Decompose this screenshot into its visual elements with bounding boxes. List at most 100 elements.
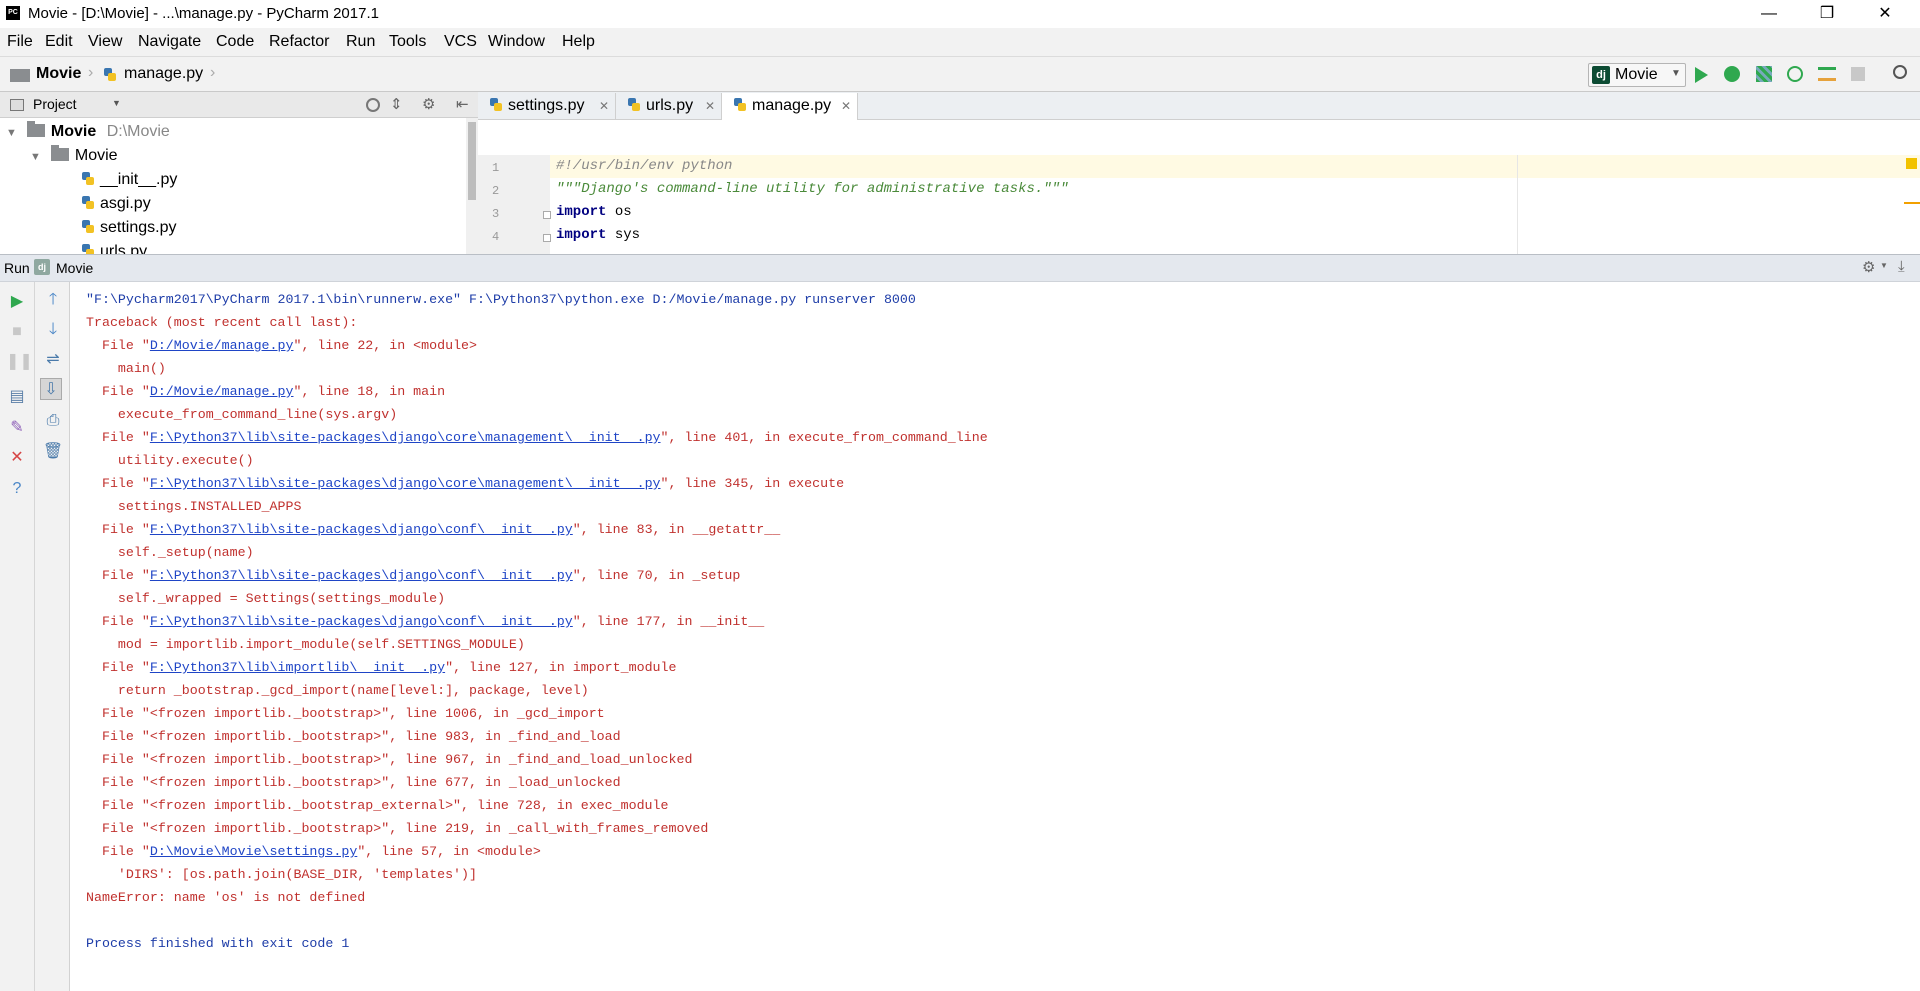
menu-tools[interactable]: Tools [389,33,426,51]
breadcrumb-end-icon: › [210,64,216,81]
file-link[interactable]: F:\Python37\lib\site-packages\django\cor… [150,430,661,445]
python-file-icon [732,97,748,113]
menu-window[interactable]: Window [488,33,545,51]
chevron-down-icon[interactable]: ▼ [1880,261,1888,270]
menu-edit[interactable]: Edit [45,33,73,51]
run-panel-label[interactable]: Run [4,260,30,276]
console-line: File "F:\Python37\lib\site-packages\djan… [86,518,780,541]
tab-settings[interactable]: settings.py ✕ [478,93,616,120]
search-icon[interactable] [1893,65,1907,79]
run-config-tab[interactable]: Movie [56,260,93,276]
file-link[interactable]: D:/Movie/manage.py [150,384,294,399]
restore-button[interactable]: ❒ [1804,2,1850,26]
console-line: main() [86,357,166,380]
close-run-icon[interactable]: ✕ [6,447,28,469]
print-icon[interactable]: ⎙ [42,410,64,432]
tree-item-root[interactable]: ▼ Movie D:\Movie [6,120,170,144]
console-line: File "F:\Python37\lib\importlib\__init__… [86,656,677,679]
concurrency-icon[interactable] [1818,67,1836,81]
soft-wrap-icon[interactable]: ⇌ [42,349,64,371]
file-link[interactable]: D:/Movie/manage.py [150,338,294,353]
console-line: File "F:\Python37\lib\site-packages\djan… [86,426,988,449]
restore-layout-icon[interactable]: ▤ [6,386,28,408]
code-text: os [606,204,632,220]
fold-marker-icon[interactable] [543,211,551,219]
chevron-down-icon: ▼ [1671,68,1681,79]
expanded-arrow-icon: ▼ [6,127,17,139]
file-link[interactable]: F:\Python37\lib\site-packages\django\con… [150,568,573,583]
console-text: execute_from_command_line(sys.argv) [86,407,398,422]
file-link[interactable]: F:\Python37\lib\site-packages\django\con… [150,522,573,537]
stop-icon[interactable]: ■ [6,321,28,343]
stop-icon[interactable] [1851,67,1865,81]
pause-icon[interactable]: ❚❚ [6,351,33,373]
chevron-down-icon[interactable]: ▼ [112,98,121,108]
hide-panel-icon[interactable]: ⤓ [1898,258,1905,275]
tab-manage[interactable]: manage.py ✕ [722,93,858,120]
keyword: import [556,204,607,220]
menu-refactor[interactable]: Refactor [269,33,329,51]
menu-code[interactable]: Code [216,33,254,51]
breadcrumb-project[interactable]: Movie [36,65,81,83]
console-text: return _bootstrap._gcd_import(name[level… [86,683,589,698]
coverage-icon[interactable] [1756,66,1772,82]
locate-file-icon[interactable] [366,98,380,112]
close-icon[interactable]: ✕ [599,93,609,119]
tree-item-file[interactable]: urls.py [80,240,147,254]
scrollbar-thumb[interactable] [468,122,476,200]
breadcrumb-file[interactable]: manage.py [124,65,203,83]
file-link[interactable]: D:\Movie\Movie\settings.py [150,844,357,859]
rerun-icon[interactable]: ▶ [6,291,28,313]
close-button[interactable]: ✕ [1862,2,1908,26]
python-file-icon [102,67,118,83]
help-icon[interactable]: ? [6,478,28,500]
file-link[interactable]: F:\Python37\lib\site-packages\django\cor… [150,476,661,491]
fold-marker-icon[interactable] [543,234,551,242]
tree-item-file[interactable]: asgi.py [80,192,151,216]
warning-marker-icon[interactable] [1906,158,1917,169]
editor-tabs: settings.py ✕ urls.py ✕ manage.py ✕ [478,92,1920,120]
console-text: File " [86,430,150,445]
project-tree-scrollbar[interactable] [466,118,478,254]
gear-icon[interactable]: ⚙ [1862,258,1875,276]
run-config-select[interactable]: dj Movie ▼ [1588,63,1686,87]
pin-tab-icon[interactable]: ✎ [6,417,28,439]
up-stack-icon[interactable]: 🡑 [42,289,64,311]
close-icon[interactable]: ✕ [841,93,851,119]
close-icon[interactable]: ✕ [705,93,715,119]
error-stripe-mark[interactable] [1904,202,1920,204]
scroll-to-end-icon[interactable]: ⇩ [40,378,62,400]
file-link[interactable]: F:\Python37\lib\site-packages\django\con… [150,614,573,629]
tree-item-file[interactable]: settings.py [80,216,176,240]
tree-item-label: urls.py [100,243,148,254]
line-number: 4 [492,230,500,244]
console-line: 'DIRS': [os.path.join(BASE_DIR, 'templat… [86,863,477,886]
tab-urls[interactable]: urls.py ✕ [616,93,722,120]
debug-icon[interactable] [1724,66,1740,82]
menu-bar: File Edit View Navigate Code Refactor Ru… [0,28,1920,56]
file-link[interactable]: F:\Python37\lib\importlib\__init__.py [150,660,445,675]
profile-icon[interactable] [1787,66,1803,82]
menu-file[interactable]: File [7,33,33,51]
tree-item-folder[interactable]: ▼ Movie [30,144,118,168]
down-stack-icon[interactable]: 🡓 [42,319,64,341]
gear-icon[interactable]: ⚙ [422,95,435,113]
menu-vcs[interactable]: VCS [444,33,477,51]
tree-item-file[interactable]: __init__.py [80,168,177,192]
minimize-button[interactable]: — [1746,2,1792,26]
project-panel-title[interactable]: Project [33,96,77,112]
console-line: File "D:/Movie/manage.py", line 18, in m… [86,380,445,403]
line-number: 3 [492,207,500,221]
menu-navigate[interactable]: Navigate [138,33,201,51]
run-icon[interactable] [1695,67,1708,83]
hide-panel-icon[interactable]: ⇤ [456,95,469,113]
console-text: File " [86,844,150,859]
console-text: File "<frozen importlib._bootstrap>", li… [86,775,621,790]
collapse-all-icon[interactable]: ⇕ [390,95,403,113]
clear-all-icon[interactable]: 🗑 [42,441,64,463]
menu-run[interactable]: Run [346,33,375,51]
breadcrumb-separator-icon: › [88,64,94,81]
menu-view[interactable]: View [88,33,122,51]
run-panel-header: Run dj Movie ⚙ ▼ ⤓ [0,254,1920,282]
menu-help[interactable]: Help [562,33,595,51]
